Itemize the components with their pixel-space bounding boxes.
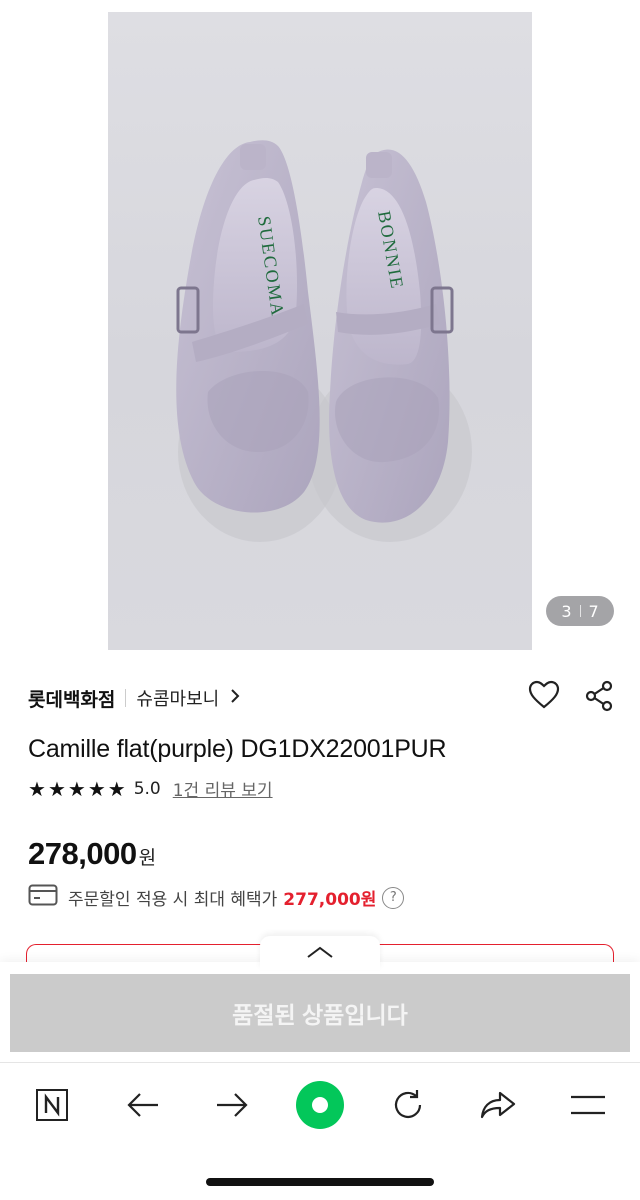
price-unit: 원 — [138, 847, 157, 869]
chevron-up-icon — [306, 944, 334, 963]
product-photo[interactable]: SUECOMA BONNIE — [108, 12, 532, 650]
arrow-left-icon[interactable] — [119, 1081, 167, 1129]
benefit-price: 277,000원 — [283, 890, 377, 910]
right-shoe: BONNIE — [329, 149, 454, 523]
counter-separator — [579, 605, 581, 617]
home-indicator — [206, 1178, 434, 1186]
chevron-right-icon[interactable] — [229, 688, 241, 709]
counter-current: 3 — [561, 601, 572, 621]
soldout-button[interactable]: 품절된 상품입니다 — [10, 974, 630, 1052]
card-icon — [28, 884, 58, 911]
help-icon[interactable]: ? — [382, 886, 405, 909]
left-shoe: SUECOMA — [176, 140, 320, 513]
benefit-text: 주문할인 적용 시 최대 혜택가 — [68, 890, 278, 910]
store-name[interactable]: 롯데백화점 — [28, 685, 115, 712]
rating-score: 5.0 — [133, 778, 161, 799]
price-value: 278,000 — [28, 836, 137, 871]
price-row: 278,000 원 — [28, 836, 156, 872]
green-circle-icon[interactable] — [294, 1079, 346, 1131]
browser-toolbar — [0, 1062, 640, 1148]
star-icon: ★ — [47, 776, 66, 801]
product-title: Camille flat(purple) DG1DX22001PUR — [28, 735, 447, 763]
star-icon: ★ — [28, 776, 46, 801]
share-arrow-icon[interactable] — [474, 1081, 522, 1129]
image-counter: 3 7 — [546, 596, 614, 626]
product-actions — [528, 680, 614, 712]
counter-total: 7 — [588, 601, 599, 621]
product-gallery[interactable]: SUECOMA BONNIE 3 7 — [0, 0, 640, 650]
heart-icon[interactable] — [528, 680, 560, 712]
naver-n-icon[interactable] — [28, 1081, 76, 1129]
reload-icon[interactable] — [384, 1081, 432, 1129]
star-icon: ★ — [67, 776, 86, 801]
rating-row: ★ ★ ★ ★ ★ 5.0 1건 리뷰 보기 — [28, 776, 273, 802]
brand-divider — [125, 689, 127, 707]
share-icon[interactable] — [584, 680, 614, 712]
brand-link[interactable]: 슈콤마보니 — [136, 685, 219, 711]
benefit-row: 주문할인 적용 시 최대 혜택가 277,000원 ? — [28, 884, 405, 911]
arrow-right-icon[interactable] — [208, 1081, 256, 1129]
rating-stars: ★ ★ ★ ★ ★ — [28, 779, 126, 799]
review-link[interactable]: 1건 리뷰 보기 — [173, 776, 273, 801]
brand-row: 롯데백화점 슈콤마보니 — [28, 682, 241, 714]
sheet-expand-handle[interactable] — [260, 936, 380, 970]
shoes-illustration: SUECOMA BONNIE — [176, 140, 472, 542]
star-icon: ★ — [87, 776, 106, 801]
star-icon: ★ — [107, 776, 126, 801]
menu-icon[interactable] — [564, 1081, 612, 1129]
